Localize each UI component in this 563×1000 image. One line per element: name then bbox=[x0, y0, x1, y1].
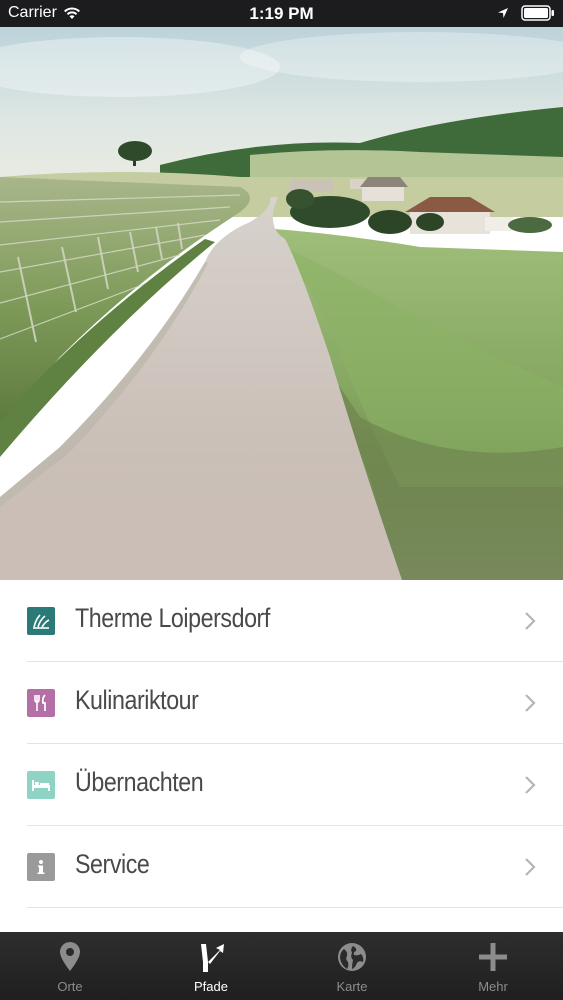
tab-pfade[interactable]: Pfade bbox=[141, 932, 281, 1000]
menu-item-uebernachten[interactable]: Übernachten bbox=[0, 744, 563, 826]
tab-label: Orte bbox=[57, 979, 83, 994]
status-time: 1:19 PM bbox=[249, 4, 314, 23]
plus-icon bbox=[479, 943, 507, 971]
menu-item-label: Therme Loipersdorf bbox=[75, 603, 270, 633]
menu-item-label: Kulinariktour bbox=[75, 685, 199, 715]
status-right bbox=[497, 5, 555, 21]
menu-item-service[interactable]: Service bbox=[0, 826, 563, 908]
location-arrow-icon bbox=[498, 8, 508, 18]
menu-item-kulinariktour[interactable]: Kulinariktour bbox=[0, 662, 563, 744]
tab-mehr[interactable]: Mehr bbox=[423, 932, 563, 1000]
tab-orte[interactable]: Orte bbox=[0, 932, 140, 1000]
divider bbox=[27, 907, 563, 908]
menu-item-therme-loipersdorf[interactable]: Therme Loipersdorf bbox=[0, 580, 563, 662]
map-pin-icon bbox=[60, 942, 80, 971]
status-bar: Carrier 1:19 PM bbox=[0, 0, 563, 27]
tab-bar: Orte Pfade Karte Mehr bbox=[0, 932, 563, 1000]
spa-leaf-icon bbox=[27, 607, 55, 635]
chevron-right-icon bbox=[525, 612, 536, 630]
tab-karte[interactable]: Karte bbox=[282, 932, 422, 1000]
path-signpost-icon bbox=[201, 944, 224, 972]
bed-icon bbox=[27, 771, 55, 799]
info-icon bbox=[27, 853, 55, 881]
tab-label: Karte bbox=[336, 979, 368, 994]
fork-knife-icon bbox=[27, 689, 55, 717]
menu-item-label: Übernachten bbox=[75, 767, 204, 797]
menu-item-label: Service bbox=[75, 849, 150, 879]
tab-label: Mehr bbox=[478, 979, 508, 994]
tab-label: Pfade bbox=[194, 979, 228, 994]
globe-icon bbox=[338, 943, 366, 971]
chevron-right-icon bbox=[525, 694, 536, 712]
chevron-right-icon bbox=[525, 858, 536, 876]
landscape-illustration bbox=[0, 27, 563, 580]
chevron-right-icon bbox=[525, 776, 536, 794]
hero-landscape-image bbox=[0, 27, 563, 580]
menu-list: Therme Loipersdorf Kulinariktour Übernac… bbox=[0, 580, 563, 932]
battery-icon bbox=[521, 5, 554, 21]
